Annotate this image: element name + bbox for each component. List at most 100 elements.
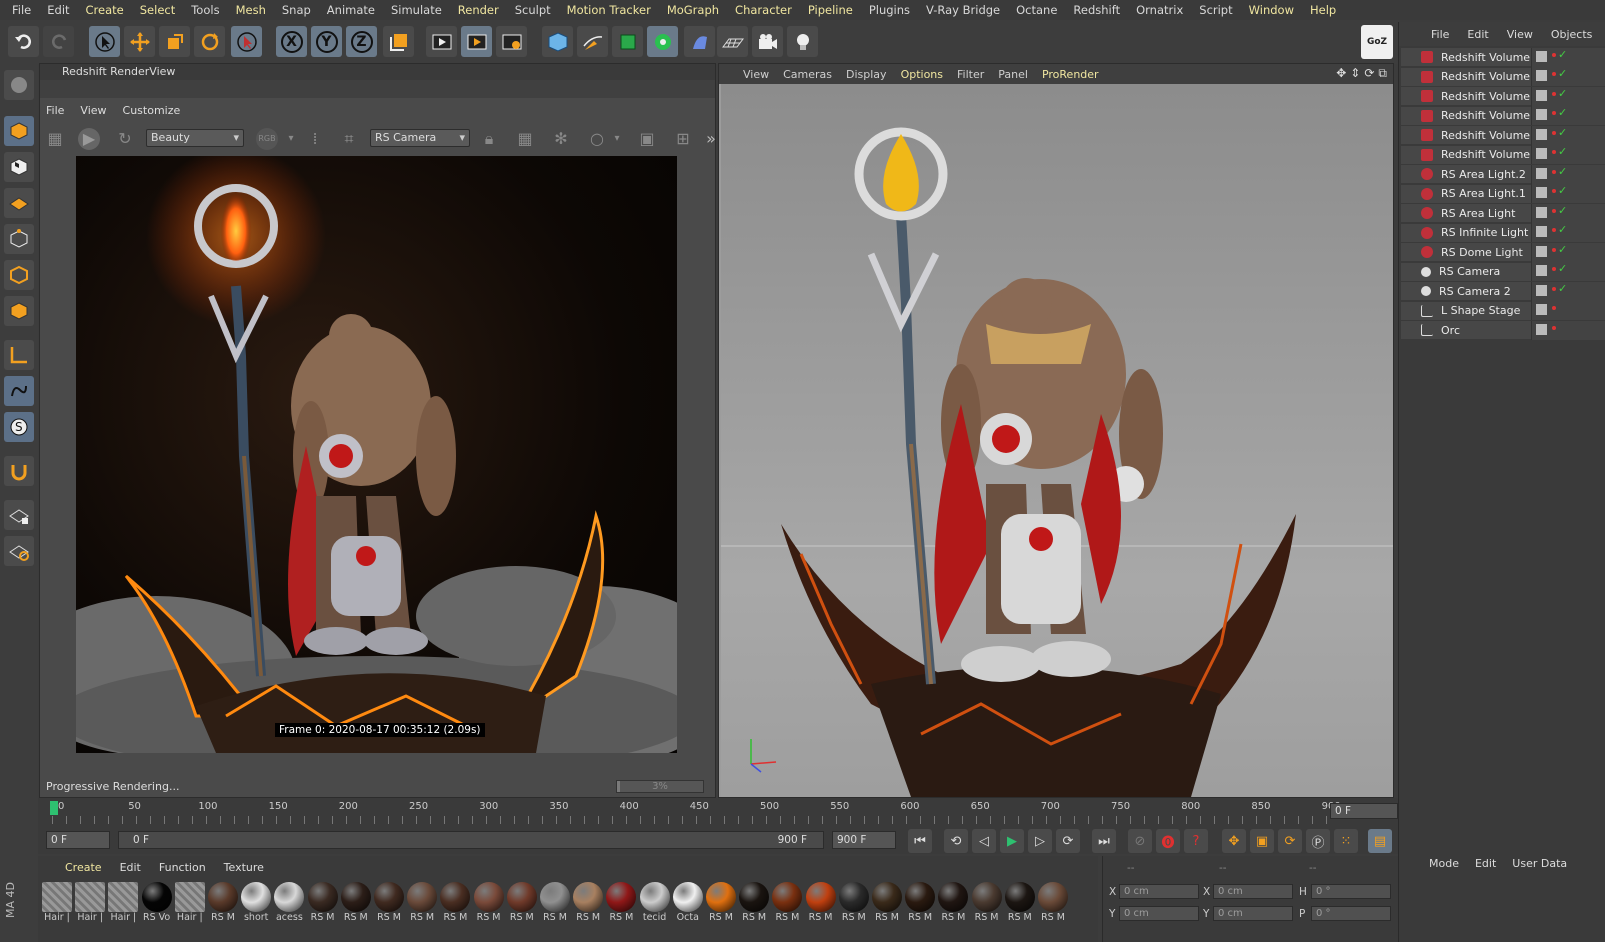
enabled-check-icon[interactable]: ✓ [1558, 48, 1567, 61]
tag-icon[interactable] [1536, 265, 1547, 276]
menu-window[interactable]: Window [1241, 3, 1302, 17]
material-menu-function[interactable]: Function [159, 861, 206, 874]
object-name[interactable]: Orc [1441, 324, 1460, 337]
enabled-check-icon[interactable]: ✓ [1558, 204, 1567, 217]
tag-icon[interactable] [1536, 128, 1547, 140]
visibility-dot-icon[interactable] [1552, 189, 1556, 193]
lock-icon[interactable]: 🔒︎ [478, 128, 500, 150]
workplane-mode-icon[interactable] [4, 188, 34, 218]
material-menu-edit[interactable]: Edit [120, 861, 141, 874]
object-name[interactable]: Redshift Volume.2 [1441, 90, 1541, 103]
menu-create[interactable]: Create [78, 3, 132, 17]
select-tool-button[interactable] [89, 26, 120, 57]
snapping-icon[interactable]: S [4, 412, 34, 442]
object-name[interactable]: Redshift Volume [1441, 51, 1530, 64]
visibility-dot-icon[interactable] [1552, 228, 1556, 232]
menu-redshift[interactable]: Redshift [1065, 3, 1128, 17]
viewport-menu-filter[interactable]: Filter [957, 68, 984, 81]
material-swatch[interactable] [573, 882, 604, 912]
enabled-check-icon[interactable]: ✓ [1558, 106, 1567, 119]
objects-menu-edit[interactable]: Edit [1467, 28, 1488, 41]
viewport-menu-prorender[interactable]: ProRender [1042, 68, 1099, 81]
rgb-channel-button[interactable]: RGB [256, 128, 278, 150]
camera-button[interactable] [752, 26, 783, 57]
material-swatch[interactable] [307, 882, 338, 912]
axis-z-toggle[interactable]: Z [346, 26, 377, 57]
rot-h-field[interactable]: 0 ° [1311, 884, 1391, 899]
enabled-check-icon[interactable]: ✓ [1558, 145, 1567, 158]
model-mode-icon[interactable] [4, 116, 34, 146]
tag-icon[interactable] [1536, 148, 1547, 159]
visibility-dot-icon[interactable] [1552, 91, 1556, 96]
live-selection-button[interactable] [231, 26, 262, 57]
menu-snap[interactable]: Snap [274, 3, 319, 17]
floor-button[interactable] [717, 26, 748, 57]
enable-axis-icon[interactable] [4, 340, 34, 370]
object-name[interactable]: Redshift Volume.5 [1441, 148, 1541, 161]
key-scale-icon[interactable]: ▣ [1250, 829, 1274, 853]
rotate-tool-button[interactable] [194, 26, 225, 57]
object-row[interactable]: Orc [1401, 320, 1605, 340]
object-row[interactable]: RS Camera ✓ [1401, 262, 1605, 282]
object-row[interactable]: Redshift Volume.1 ✓ [1401, 67, 1605, 87]
magnet-icon[interactable] [4, 456, 34, 486]
size-x-field[interactable]: 0 cm [1213, 884, 1293, 899]
tag-icon[interactable] [1536, 206, 1547, 218]
material-swatch[interactable] [42, 882, 72, 912]
object-tags[interactable]: ✓ [1531, 203, 1605, 223]
material-swatch[interactable] [108, 882, 139, 912]
material-swatch[interactable] [905, 882, 936, 912]
subdivision-surface-button[interactable] [612, 26, 643, 57]
key-position-icon[interactable]: ✥ [1222, 829, 1246, 853]
sculpt-layout-icon[interactable] [4, 70, 34, 100]
redo-button[interactable] [43, 26, 74, 57]
tag-icon[interactable] [1536, 167, 1547, 179]
render-to-picture-viewer-button[interactable] [461, 26, 492, 57]
object-tags[interactable]: ✓ [1531, 262, 1605, 281]
menu-help[interactable]: Help [1302, 3, 1344, 17]
visibility-dot-icon[interactable] [1552, 325, 1556, 330]
material-swatch[interactable] [639, 882, 670, 912]
frame-range-slider[interactable]: 0 F 900 F [118, 831, 824, 849]
object-tags[interactable] [1531, 301, 1605, 320]
object-tags[interactable]: ✓ [1531, 86, 1605, 106]
object-name[interactable]: L Shape Stage [1441, 304, 1520, 317]
tag-icon[interactable] [1536, 304, 1547, 315]
material-menu-texture[interactable]: Texture [224, 861, 264, 874]
points-mode-icon[interactable] [4, 224, 34, 254]
go-to-end-icon[interactable]: ⏭ [1092, 829, 1116, 853]
visibility-dot-icon[interactable] [1552, 208, 1556, 213]
object-name[interactable]: RS Camera 2 [1439, 285, 1511, 298]
object-tags[interactable]: ✓ [1531, 184, 1605, 203]
autokey-icon[interactable]: ⓿ [1156, 829, 1180, 853]
start-frame-field[interactable]: 0 F [46, 831, 110, 849]
visibility-dot-icon[interactable] [1552, 72, 1556, 76]
viewport-menu-options[interactable]: Options [901, 68, 943, 81]
visibility-dot-icon[interactable] [1552, 306, 1556, 310]
material-swatch[interactable] [672, 882, 703, 912]
object-tags[interactable]: ✓ [1531, 145, 1605, 164]
tag-icon[interactable] [1536, 323, 1547, 335]
viewport-canvas[interactable] [721, 84, 1393, 797]
crop-icon[interactable]: ⌗ [338, 128, 360, 150]
attributes-menu-edit[interactable]: Edit [1475, 857, 1496, 870]
add-snapshot-icon[interactable]: ⊞ [672, 128, 694, 150]
visibility-dot-icon[interactable] [1552, 169, 1556, 174]
menu-render[interactable]: Render [450, 3, 507, 17]
move-view-icon[interactable]: ✥ [1336, 66, 1346, 81]
object-row[interactable]: Redshift Volume.3 ✓ [1401, 106, 1605, 126]
enabled-check-icon[interactable]: ✓ [1558, 223, 1567, 236]
object-row[interactable]: Redshift Volume.4 ✓ [1401, 125, 1605, 145]
tag-icon[interactable] [1536, 50, 1547, 62]
record-keys-icon[interactable]: ⊘ [1128, 829, 1152, 853]
move-tool-button[interactable] [124, 26, 155, 57]
next-frame-icon[interactable]: ▷ [1028, 829, 1052, 853]
menu-animate[interactable]: Animate [319, 3, 383, 17]
current-frame-field[interactable]: 0 F [1330, 803, 1398, 819]
tile-grid-icon[interactable]: ▦ [514, 128, 536, 150]
circle-dropdown-icon[interactable]: ▾ [606, 128, 628, 150]
object-row[interactable]: RS Area Light.2 ✓ [1401, 164, 1605, 184]
enabled-check-icon[interactable]: ✓ [1558, 87, 1567, 100]
play-forward-icon[interactable]: ▶ [1000, 829, 1024, 853]
scale-tool-button[interactable] [159, 26, 190, 57]
